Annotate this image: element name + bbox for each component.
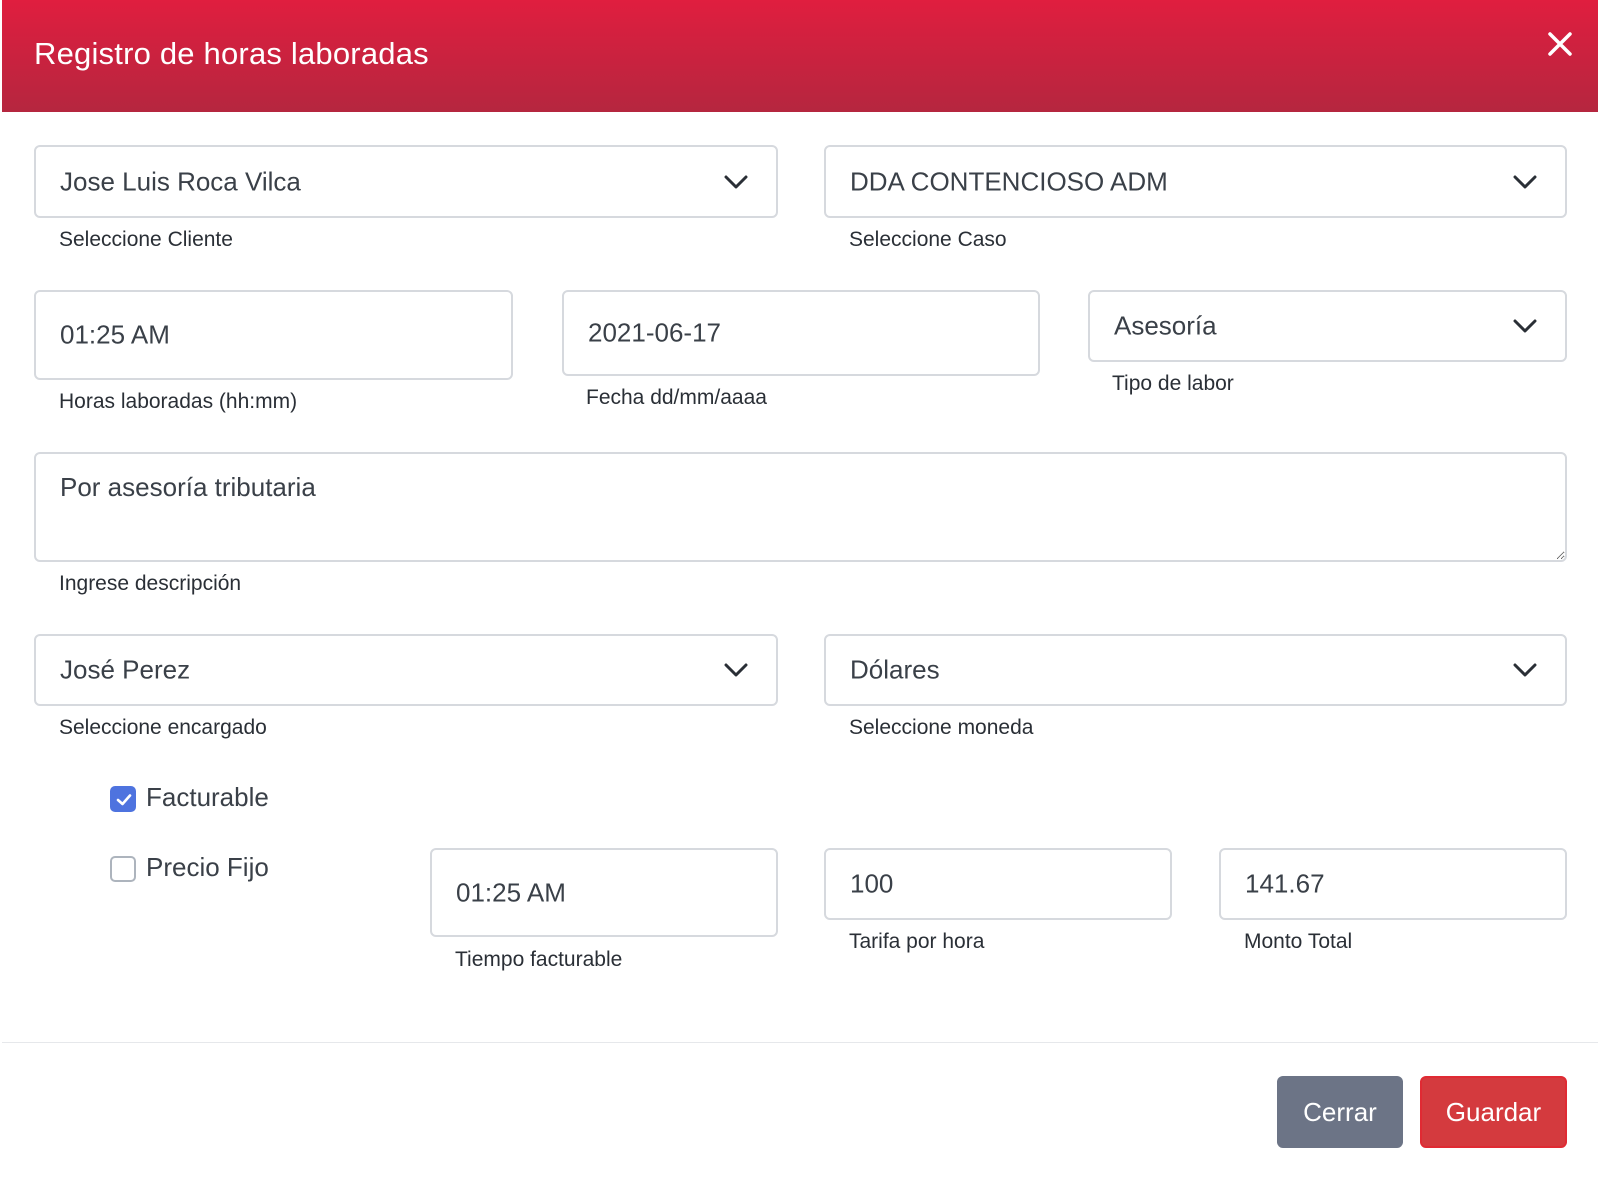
case-select[interactable]: DDA CONTENCIOSO ADM [824,145,1567,218]
manager-select-label: Seleccione encargado [59,716,267,739]
date-label: Fecha dd/mm/aaaa [586,386,767,409]
billable-time-input[interactable]: 01:25 AM [430,848,778,937]
labor-type-value: Asesoría [1114,310,1217,341]
save-button[interactable]: Guardar [1420,1076,1567,1148]
hours-worked-input[interactable]: 01:25 AM [34,290,513,380]
chevron-down-icon [724,175,748,188]
total-amount-input[interactable]: 141.67 [1219,848,1567,920]
hourly-rate-input[interactable]: 100 [824,848,1172,920]
manager-select-value: José Perez [60,654,191,685]
client-select-value: Jose Luis Roca Vilca [60,166,301,196]
billable-time-value: 01:25 AM [456,877,566,907]
currency-select-value: Dólares [850,654,940,685]
client-select-label: Seleccione Cliente [59,228,233,251]
close-icon[interactable] [1542,26,1578,62]
total-amount-value: 141.67 [1245,868,1325,899]
modal-header: Registro de horas laboradas [2,0,1598,112]
modal-title: Registro de horas laboradas [34,36,429,71]
hours-worked-label: Horas laboradas (hh:mm) [59,390,298,413]
total-amount-label: Monto Total [1244,930,1353,953]
footer-divider [2,1042,1598,1043]
currency-select[interactable]: Dólares [824,634,1567,706]
hourly-rate-value: 100 [850,868,894,899]
billable-checkbox[interactable] [110,786,136,812]
fixed-price-checkbox[interactable] [110,856,136,882]
fixed-price-label: Precio Fijo [146,852,269,882]
chevron-down-icon [724,663,748,677]
description-label: Ingrese descripción [59,572,242,595]
case-select-label: Seleccione Caso [849,228,1007,251]
hours-registration-modal: Registro de horas laboradas Jose Luis Ro… [2,0,1598,1178]
close-button[interactable]: Cerrar [1277,1076,1403,1148]
currency-select-label: Seleccione moneda [849,716,1034,739]
check-icon [116,794,132,806]
description-textarea[interactable] [34,452,1567,562]
chevron-down-icon [1513,663,1537,677]
hours-worked-value: 01:25 AM [60,319,170,350]
hourly-rate-label: Tarifa por hora [849,930,985,953]
chevron-down-icon [1513,175,1537,188]
manager-select[interactable]: José Perez [34,634,778,706]
case-select-value: DDA CONTENCIOSO ADM [850,166,1168,196]
labor-type-select[interactable]: Asesoría [1088,290,1567,362]
billable-time-label: Tiempo facturable [455,948,623,971]
chevron-down-icon [1513,319,1537,333]
billable-label: Facturable [146,782,269,812]
client-select[interactable]: Jose Luis Roca Vilca [34,145,778,218]
labor-type-label: Tipo de labor [1112,372,1234,395]
date-input[interactable]: 2021-06-17 [562,290,1040,376]
date-value: 2021-06-17 [588,317,721,348]
